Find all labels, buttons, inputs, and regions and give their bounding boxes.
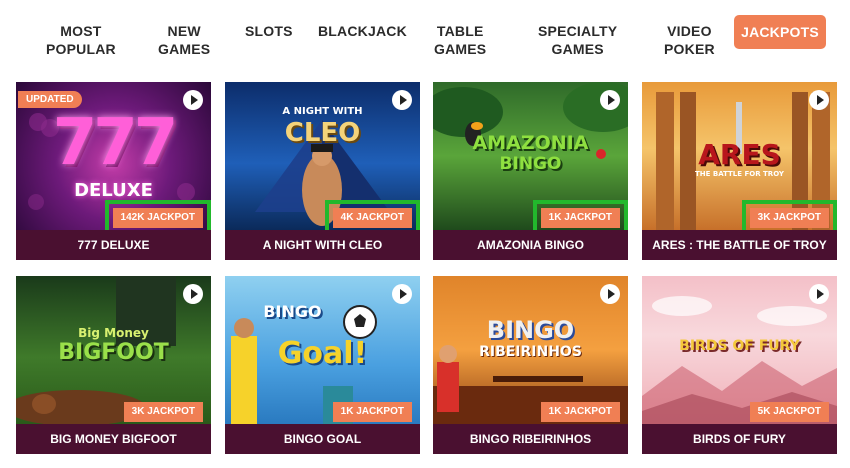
game-thumbnail: BINGO Goal! 1K JACKPOT <box>225 276 420 424</box>
nav-label-line2: GAMES <box>434 41 487 57</box>
game-card-a-night-with-cleo[interactable]: A NIGHT WITH CLEO 4K JACKPOT A NIGHT WIT… <box>225 82 420 260</box>
game-thumbnail: Big Money BIGFOOT 3K JACKPOT <box>16 276 211 424</box>
jackpot-badge: 1K JACKPOT <box>332 402 412 422</box>
game-card-bingo-ribeirinhos[interactable]: BINGO RIBEIRINHOS 1K JACKPOT BINGO RIBEI… <box>433 276 628 454</box>
jackpot-badge: 4K JACKPOT <box>324 200 420 230</box>
nav-video-poker[interactable]: VIDEO POKER <box>664 22 715 58</box>
jackpot-badge: 5K JACKPOT <box>749 402 829 422</box>
play-icon[interactable] <box>183 90 203 110</box>
game-logo-small: A NIGHT WITH <box>282 106 363 117</box>
game-logo-main: Goal! <box>277 336 368 371</box>
nav-label-line2: GAMES <box>551 41 604 57</box>
game-card-amazonia-bingo[interactable]: AMAZONIA BINGO 1K JACKPOT AMAZONIA BINGO <box>433 82 628 260</box>
game-thumbnail: 777 DELUXE UPDATED 142K JACKPOT <box>16 82 211 230</box>
nav-jackpots[interactable]: JACKPOTS <box>734 15 826 49</box>
game-thumbnail: BINGO RIBEIRINHOS 1K JACKPOT <box>433 276 628 424</box>
game-title: BIG MONEY BIGFOOT <box>16 424 211 454</box>
nav-label-line2: POKER <box>664 41 715 57</box>
game-logo-main: 777 <box>52 106 179 180</box>
nav-slots[interactable]: SLOTS <box>245 22 293 40</box>
nav-label-line1: SLOTS <box>245 23 293 39</box>
game-logo-main: BIRDS OF FURY <box>679 338 800 354</box>
nav-label-line1: VIDEO <box>667 23 712 39</box>
game-thumbnail: A NIGHT WITH CLEO 4K JACKPOT <box>225 82 420 230</box>
jackpot-badge: 1K JACKPOT <box>532 200 628 230</box>
play-icon[interactable] <box>809 90 829 110</box>
nav-label-line2: GAMES <box>158 41 211 57</box>
game-logo-main: AMAZONIA <box>472 132 589 154</box>
game-card-777-deluxe[interactable]: 777 DELUXE UPDATED 142K JACKPOT 777 DELU… <box>16 82 211 260</box>
game-logo-main: BINGO <box>486 316 575 344</box>
play-icon[interactable] <box>392 284 412 304</box>
game-card-ares[interactable]: ARES THE BATTLE FOR TROY 3K JACKPOT ARES… <box>642 82 837 260</box>
game-thumbnail: BIRDS OF FURY 5K JACKPOT <box>642 276 837 424</box>
nav-label-line1: TABLE <box>436 23 484 39</box>
nav-new-games[interactable]: NEW GAMES <box>158 22 210 58</box>
nav-most-popular[interactable]: MOST POPULAR <box>46 22 116 58</box>
game-title: ARES : THE BATTLE OF TROY <box>642 230 837 260</box>
updated-badge: UPDATED <box>18 91 82 108</box>
game-card-bingo-goal[interactable]: BINGO Goal! 1K JACKPOT BINGO GOAL <box>225 276 420 454</box>
play-icon[interactable] <box>809 284 829 304</box>
game-logo-sub: THE BATTLE FOR TROY <box>695 170 784 178</box>
nav-label-line1: BLACKJACK <box>318 23 407 39</box>
nav-specialty-games[interactable]: SPECIALTY GAMES <box>538 22 617 58</box>
game-logo-main: BIGFOOT <box>58 340 169 365</box>
nav-label-line2: POPULAR <box>46 41 116 57</box>
game-title: 777 DELUXE <box>16 230 211 260</box>
play-icon[interactable] <box>600 90 620 110</box>
category-nav: MOST POPULAR NEW GAMES SLOTS BLACKJACK T… <box>0 0 850 70</box>
game-card-birds-of-fury[interactable]: BIRDS OF FURY 5K JACKPOT BIRDS OF FURY <box>642 276 837 454</box>
play-icon[interactable] <box>392 90 412 110</box>
game-title: AMAZONIA BINGO <box>433 230 628 260</box>
game-title: BIRDS OF FURY <box>642 424 837 454</box>
game-logo-sub: RIBEIRINHOS <box>479 344 582 360</box>
game-logo-sub: DELUXE <box>74 180 153 201</box>
nav-table-games[interactable]: TABLE GAMES <box>434 22 486 58</box>
game-title: BINGO RIBEIRINHOS <box>433 424 628 454</box>
jackpot-badge: 3K JACKPOT <box>123 402 203 422</box>
game-thumbnail: ARES THE BATTLE FOR TROY 3K JACKPOT <box>642 82 837 230</box>
nav-label-line1: NEW <box>167 23 201 39</box>
nav-blackjack[interactable]: BLACKJACK <box>318 22 407 40</box>
jackpot-badge: 3K JACKPOT <box>741 200 837 230</box>
play-icon[interactable] <box>183 284 203 304</box>
game-thumbnail: AMAZONIA BINGO 1K JACKPOT <box>433 82 628 230</box>
game-title: A NIGHT WITH CLEO <box>225 230 420 260</box>
play-icon[interactable] <box>600 284 620 304</box>
nav-label-line1: SPECIALTY <box>538 23 618 39</box>
game-title: BINGO GOAL <box>225 424 420 454</box>
game-logo-small: BINGO <box>263 302 322 321</box>
game-logo-main: ARES <box>698 138 781 171</box>
game-logo-main: CLEO <box>284 118 361 148</box>
game-logo-sub: BINGO <box>499 154 562 174</box>
game-card-big-money-bigfoot[interactable]: Big Money BIGFOOT 3K JACKPOT BIG MONEY B… <box>16 276 211 454</box>
game-logo-small: Big Money <box>78 326 149 340</box>
nav-label-line1: MOST <box>60 23 102 39</box>
jackpot-badge: 1K JACKPOT <box>540 402 620 422</box>
jackpot-badge: 142K JACKPOT <box>104 200 211 230</box>
